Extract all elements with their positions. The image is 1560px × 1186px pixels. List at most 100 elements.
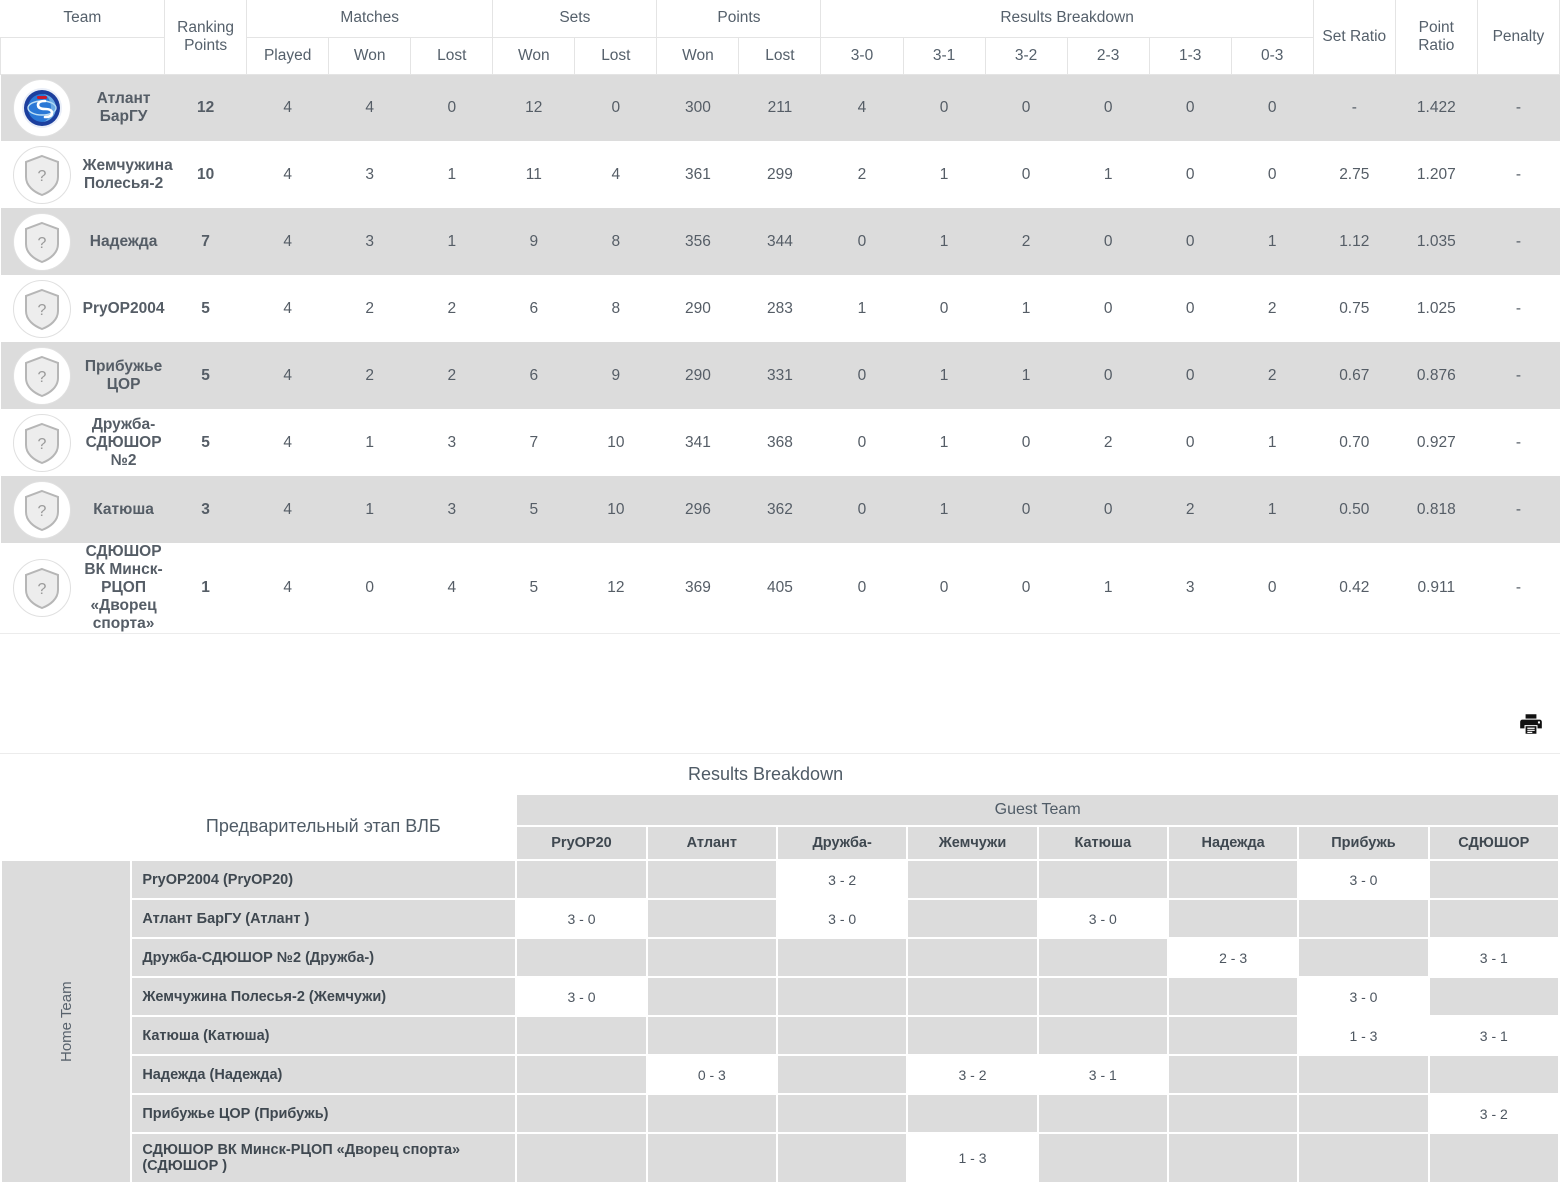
stat-cell-r31: 1 [903, 476, 986, 543]
header-matches: Matches [246, 0, 494, 38]
guest-column-header[interactable]: СДЮШОР [1427, 825, 1560, 861]
standings-row[interactable]: ? Надежда 7 4 3 1 9 8 356 344 0 1 2 0 0 1 1.12 1.035- [0, 208, 1560, 275]
team-name-cell[interactable]: СДЮШОР ВК Минск-РЦОП «Дворец спорта» [82, 543, 165, 633]
team-name-cell[interactable]: Жемчужина Полесья-2 [82, 141, 173, 208]
stat-cell-r03: 1 [1231, 208, 1314, 275]
breakdown-corner-blank [1, 794, 132, 826]
stat-cell-r23: 1 [1067, 543, 1150, 633]
standings-row[interactable]: ? PryOP2004 5 4 2 2 6 8 290 283 1 0 1 0 0 2 0.75 1.025- [0, 275, 1560, 342]
stat-cell-played: 4 [246, 476, 329, 543]
breakdown-title: Results Breakdown [688, 764, 844, 784]
standings-row[interactable]: ? Дружба-СДЮШОР №2 5 4 1 3 7 10 341 368 0 1 0 2 0 1 0.70… [0, 409, 1560, 476]
home-team-row-label[interactable]: СДЮШОР ВК Минск-РЦОП «Дворец спорта» (СД… [130, 1132, 518, 1184]
match-result-cell[interactable]: 0 - 3 [645, 1054, 778, 1095]
empty-result-cell [1036, 937, 1169, 978]
stat-cell-slost: 4 [574, 141, 657, 208]
print-button[interactable] [1516, 709, 1546, 739]
stat-cell-swon: 6 [492, 342, 575, 409]
home-team-row-label[interactable]: Жемчужина Полесья-2 (Жемчужи) [130, 976, 518, 1017]
standings-row[interactable]: ? СДЮШОР ВК Минск-РЦОП «Дворец спорта» 1 4 0… [0, 543, 1560, 633]
empty-result-cell [515, 1015, 648, 1056]
empty-result-cell [1166, 976, 1300, 1017]
match-result-cell[interactable]: 3 - 0 [515, 898, 648, 939]
guest-column-header[interactable]: Жемчужи [906, 825, 1039, 861]
stat-cell-r13: 0 [1149, 342, 1232, 409]
match-result-cell[interactable]: 3 - 0 [1297, 859, 1430, 900]
team-logo-cell: ? [0, 275, 83, 342]
guest-column-header[interactable]: Атлант [645, 825, 778, 861]
header-team-group: Team [0, 0, 165, 38]
standings-row[interactable]: Атлант БарГУ 12 4 4 0 12 0 300 211 4 0 0 0 0 0-1.422- [0, 74, 1560, 141]
stat-cell-swon: 7 [492, 409, 575, 476]
breakdown-row: Прибужье ЦОР (Прибужь) 3 - 2 [1, 1093, 1560, 1134]
header-sets-won: Won [492, 37, 576, 75]
team-name-cell[interactable]: Надежда [82, 208, 165, 275]
stat-cell-r13: 2 [1149, 476, 1232, 543]
team-name-cell[interactable]: Дружба-СДЮШОР №2 [82, 409, 165, 476]
header-set-ratio: Set Ratio [1312, 0, 1396, 75]
svg-text:?: ? [37, 503, 46, 520]
match-result-cell[interactable]: 3 - 1 [1036, 1054, 1169, 1095]
guest-column-header[interactable]: Прибужь [1297, 825, 1430, 861]
standings-row[interactable]: ? Прибужье ЦОР 5 4 2 2 6 9 290 331 0 1 1 0 0 2 0.67 0.876… [0, 342, 1560, 409]
stat-cell-r30: 4 [820, 74, 904, 141]
standings-row[interactable]: ? Катюша 3 4 1 3 5 10 296 362 0 1 0 0 2 1 0.50 0.818- [0, 476, 1560, 543]
team-logo-cell: ? [0, 543, 83, 633]
match-result-cell[interactable]: 3 - 2 [1427, 1093, 1560, 1134]
home-team-row-label[interactable]: Атлант БарГУ (Атлант ) [130, 898, 518, 939]
stat-cell-swon: 9 [492, 208, 575, 275]
match-result-cell[interactable]: 3 - 0 [1297, 976, 1430, 1017]
ranking-points-cell: 10 [164, 141, 247, 208]
match-result-cell[interactable]: 3 - 1 [1427, 1015, 1560, 1056]
match-result-cell[interactable]: 2 - 3 [1166, 937, 1300, 978]
empty-result-cell [645, 976, 778, 1017]
stat-cell-plost: 405 [738, 543, 821, 633]
stat-cell-mwon: 3 [328, 208, 411, 275]
home-team-row-label[interactable]: Дружба-СДЮШОР №2 (Дружба-) [130, 937, 518, 978]
header-rb-3-1: 3-1 [902, 37, 986, 75]
penalty-cell: - [1477, 342, 1560, 409]
shield-placeholder-icon: ? [24, 355, 59, 397]
stat-cell-mlost: 2 [410, 275, 493, 342]
breakdown-row: Home Team PryOP2004 (PryOP20) 3 - 23 - 0 [0, 859, 1560, 1184]
guest-column-header[interactable]: Дружба- [775, 825, 909, 861]
point-ratio-cell: 1.422 [1395, 74, 1478, 141]
empty-result-cell [515, 1132, 648, 1184]
team-logo-cell [0, 74, 83, 141]
home-team-row-label[interactable]: Катюша (Катюша) [130, 1015, 518, 1056]
match-result-cell[interactable]: 3 - 0 [515, 976, 648, 1017]
stat-cell-r30: 1 [820, 275, 904, 342]
match-result-cell[interactable]: 1 - 3 [906, 1132, 1039, 1184]
stat-cell-r13: 0 [1149, 409, 1232, 476]
standings-row[interactable]: ? Жемчужина Полесья-2 10 4 3 1 11 4 361 299 2 1 0 1 0 0… [0, 141, 1560, 208]
match-result-cell[interactable]: 1 - 3 [1297, 1015, 1430, 1056]
set-ratio-cell: 0.75 [1313, 275, 1396, 342]
team-name-cell[interactable]: Прибужье ЦОР [82, 342, 165, 409]
ranking-points-cell: 1 [164, 543, 247, 633]
guest-column-header[interactable]: Надежда [1166, 825, 1300, 861]
stat-cell-r30: 0 [820, 476, 904, 543]
empty-result-cell [775, 937, 909, 978]
match-result-cell[interactable]: 3 - 2 [775, 859, 909, 900]
guest-column-header[interactable]: Катюша [1036, 825, 1169, 861]
home-team-row-label[interactable]: Надежда (Надежда) [130, 1054, 518, 1095]
match-result-cell[interactable]: 3 - 0 [775, 898, 909, 939]
stat-cell-pwon: 356 [656, 208, 739, 275]
match-result-cell[interactable]: 3 - 0 [1036, 898, 1169, 939]
empty-result-cell [1166, 1132, 1300, 1184]
match-result-cell[interactable]: 3 - 2 [906, 1054, 1039, 1095]
stat-cell-plost: 299 [738, 141, 821, 208]
guest-column-header[interactable]: PryOP20 [515, 825, 648, 861]
stat-cell-played: 4 [246, 141, 329, 208]
svg-text:?: ? [37, 581, 46, 598]
svg-text:?: ? [37, 369, 46, 386]
home-team-row-label[interactable]: Прибужье ЦОР (Прибужь) [130, 1093, 518, 1134]
match-result-cell[interactable]: 3 - 1 [1427, 937, 1560, 978]
team-name-cell[interactable]: Атлант БарГУ [82, 74, 165, 141]
home-team-row-label[interactable]: PryOP2004 (PryOP20) [130, 859, 518, 900]
header-points: Points [656, 0, 822, 38]
team-name-cell[interactable]: PryOP2004 [82, 275, 165, 342]
team-logo-cell: ? [0, 476, 83, 543]
team-name-cell[interactable]: Катюша [82, 476, 165, 543]
stat-cell-r03: 2 [1231, 275, 1314, 342]
